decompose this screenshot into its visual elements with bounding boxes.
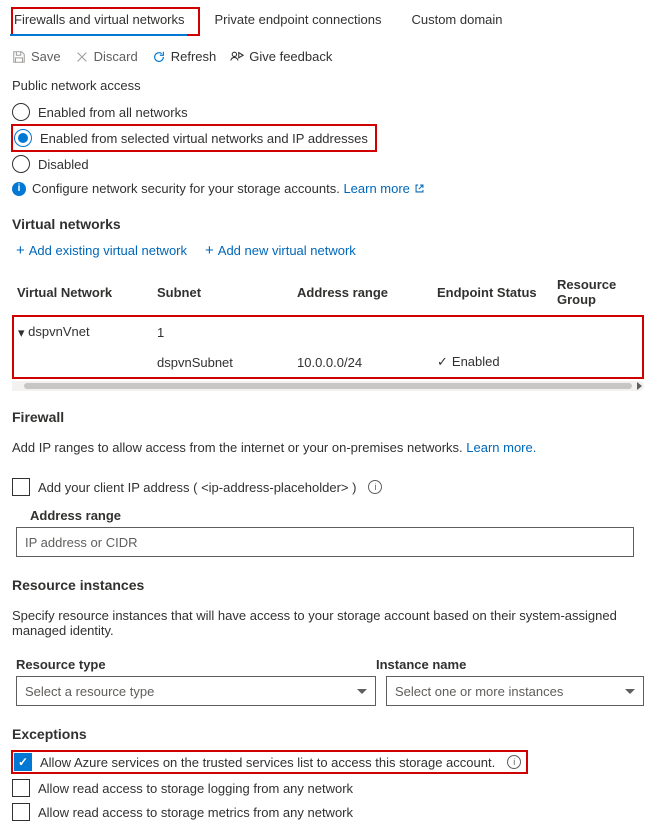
col-instance-name: Instance name <box>376 657 644 672</box>
resinst-desc: Specify resource instances that will hav… <box>12 606 644 644</box>
learn-more-link[interactable]: Learn more <box>343 181 424 196</box>
address-range-label: Address range <box>30 508 644 523</box>
info-icon[interactable]: i <box>507 755 521 769</box>
exception-trusted-label: Allow Azure services on the trusted serv… <box>40 755 495 770</box>
resinst-selects: Select a resource type Select one or mor… <box>16 676 644 706</box>
col-subnet[interactable]: Subnet <box>153 269 293 316</box>
exception-trusted-checkbox[interactable] <box>14 753 32 771</box>
radio-selected-networks[interactable] <box>14 129 32 147</box>
save-label: Save <box>31 49 61 64</box>
tab-private-endpoint[interactable]: Private endpoint connections <box>213 8 396 35</box>
discard-icon <box>75 50 89 64</box>
add-new-vnet-label: Add new virtual network <box>218 243 356 258</box>
firewall-learn-more-link[interactable]: Learn more. <box>466 440 536 455</box>
resource-type-placeholder: Select a resource type <box>25 684 154 699</box>
refresh-icon <box>152 50 166 64</box>
radio-all-networks[interactable] <box>12 103 30 121</box>
vnet-name: dspvnVnet <box>28 324 89 339</box>
subnet-addr: 10.0.0.0/24 <box>293 347 433 378</box>
address-range-input[interactable] <box>16 527 634 557</box>
chevron-down-icon <box>625 689 635 694</box>
exceptions-title: Exceptions <box>12 726 644 742</box>
radio-all-networks-row[interactable]: Enabled from all networks <box>12 99 644 125</box>
exception-logging-label: Allow read access to storage logging fro… <box>38 781 353 796</box>
plus-icon: + <box>205 242 214 259</box>
public-access-title: Public network access <box>12 78 644 93</box>
vnet-row[interactable]: ▾ dspvnVnet 1 <box>13 316 643 347</box>
col-rg[interactable]: Resource Group <box>553 269 643 316</box>
plus-icon: + <box>16 242 25 259</box>
vnet-rows-highlight: ▾ dspvnVnet 1 dspvnSubnet 10.0.0.0/24 En… <box>13 316 643 378</box>
instance-name-placeholder: Select one or more instances <box>395 684 563 699</box>
exception-metrics-row[interactable]: Allow read access to storage metrics fro… <box>12 800 644 824</box>
refresh-button[interactable]: Refresh <box>152 49 217 64</box>
radio-selected-networks-label: Enabled from selected virtual networks a… <box>40 131 368 146</box>
save-icon <box>12 50 26 64</box>
external-link-icon <box>414 183 425 194</box>
resource-type-select[interactable]: Select a resource type <box>16 676 376 706</box>
resinst-headers: Resource type Instance name <box>16 657 644 672</box>
scroll-thumb[interactable] <box>24 383 632 389</box>
instance-name-select[interactable]: Select one or more instances <box>386 676 644 706</box>
col-status[interactable]: Endpoint Status <box>433 269 553 316</box>
feedback-label: Give feedback <box>249 49 332 64</box>
save-button[interactable]: Save <box>12 49 61 64</box>
feedback-button[interactable]: Give feedback <box>230 49 332 64</box>
resinst-title: Resource instances <box>12 577 644 593</box>
col-vn[interactable]: Virtual Network <box>13 269 153 316</box>
subnet-name: dspvnSubnet <box>153 347 293 378</box>
vnet-title: Virtual networks <box>12 216 644 232</box>
refresh-label: Refresh <box>171 49 217 64</box>
vnet-actions: + Add existing virtual network + Add new v… <box>12 238 644 269</box>
vnet-subnet-count: 1 <box>153 316 293 347</box>
add-existing-vnet-button[interactable]: + Add existing virtual network <box>16 242 187 259</box>
tab-custom-label: Custom domain <box>411 12 502 27</box>
add-client-ip-row[interactable]: Add your client IP address ( <ip-address… <box>12 474 644 500</box>
feedback-icon <box>230 50 244 64</box>
horizontal-scrollbar[interactable] <box>12 381 644 391</box>
col-addr[interactable]: Address range <box>293 269 433 316</box>
subnet-status: Enabled <box>452 354 500 369</box>
add-new-vnet-button[interactable]: + Add new virtual network <box>205 242 356 259</box>
check-icon <box>437 354 452 369</box>
tab-firewalls[interactable]: Firewalls and virtual networks <box>12 8 199 35</box>
radio-disabled-row[interactable]: Disabled <box>12 151 644 177</box>
exception-logging-row[interactable]: Allow read access to storage logging fro… <box>12 776 644 800</box>
scroll-left-icon[interactable] <box>14 382 19 390</box>
chevron-down-icon[interactable]: ▾ <box>18 325 25 341</box>
col-resource-type: Resource type <box>16 657 376 672</box>
vnet-table: Virtual Network Subnet Address range End… <box>12 269 644 379</box>
discard-button[interactable]: Discard <box>75 49 138 64</box>
subnet-row[interactable]: dspvnSubnet 10.0.0.0/24 Enabled <box>13 347 643 378</box>
radio-selected-networks-row[interactable]: Enabled from selected virtual networks a… <box>12 125 376 151</box>
tab-firewalls-label: Firewalls and virtual networks <box>14 12 185 27</box>
firewall-title: Firewall <box>12 409 644 425</box>
firewall-desc: Add IP ranges to allow access from the i… <box>12 438 644 461</box>
info-icon[interactable]: i <box>368 480 382 494</box>
scroll-right-icon[interactable] <box>637 382 642 390</box>
tab-bar: Firewalls and virtual networks Private e… <box>12 8 644 35</box>
vnet-header-row: Virtual Network Subnet Address range End… <box>13 269 643 316</box>
radio-disabled[interactable] <box>12 155 30 173</box>
firewall-desc-text: Add IP ranges to allow access from the i… <box>12 440 466 455</box>
learn-more-label: Learn more <box>343 181 409 196</box>
exception-metrics-label: Allow read access to storage metrics fro… <box>38 805 353 820</box>
tab-private-label: Private endpoint connections <box>215 12 382 27</box>
public-access-info: i Configure network security for your st… <box>12 177 644 206</box>
discard-label: Discard <box>94 49 138 64</box>
add-client-ip-checkbox[interactable] <box>12 478 30 496</box>
chevron-down-icon <box>357 689 367 694</box>
toolbar: Save Discard Refresh Give feedback <box>12 45 644 78</box>
radio-disabled-label: Disabled <box>38 157 89 172</box>
tab-custom-domain[interactable]: Custom domain <box>409 8 516 35</box>
add-existing-vnet-label: Add existing virtual network <box>29 243 187 258</box>
radio-all-networks-label: Enabled from all networks <box>38 105 188 120</box>
info-icon: i <box>12 182 26 196</box>
exception-logging-checkbox[interactable] <box>12 779 30 797</box>
info-text: Configure network security for your stor… <box>32 181 343 196</box>
exception-trusted-row[interactable]: Allow Azure services on the trusted serv… <box>12 748 644 776</box>
exception-metrics-checkbox[interactable] <box>12 803 30 821</box>
add-client-ip-label: Add your client IP address ( <ip-address… <box>38 480 356 495</box>
